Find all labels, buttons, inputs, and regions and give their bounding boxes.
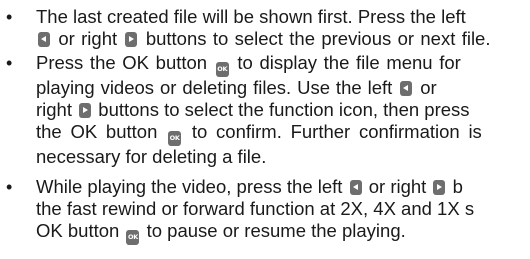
item3-line3-text-a: OK button <box>36 220 120 241</box>
item1-line2-text-a: or right <box>58 28 118 49</box>
right-arrow-button-icon <box>125 32 138 47</box>
item2-line3-text-a: right <box>36 99 72 120</box>
item3-line2-text: the fast rewind or forward function at 2… <box>36 198 475 219</box>
ok-button-icon: OK <box>168 131 182 146</box>
item3-line1-text-a: While playing the video, press the left <box>36 176 343 197</box>
manual-page: • The last created file will be shown fi… <box>0 0 530 259</box>
item2-line4-text-a: the OK button <box>36 121 158 142</box>
bullet-point: • <box>6 53 13 73</box>
item3-line1-text-b: or right <box>368 176 427 197</box>
item2-line4-text-b: to confirm. Further confirmation is <box>191 121 482 142</box>
left-arrow-button-icon <box>38 32 50 47</box>
ok-button-icon: OK <box>126 230 140 245</box>
item2-line3-text-b: buttons to select the function icon, the… <box>98 99 470 120</box>
item3-line3-text-b: to pause or resume the playing. <box>146 220 406 241</box>
list-item: • Press the OK button OK to display the … <box>0 52 530 168</box>
right-arrow-button-icon <box>79 103 92 118</box>
list-item: • While playing the video, press the lef… <box>0 176 530 245</box>
item2-line1-text-a: Press the OK button <box>36 52 208 73</box>
left-arrow-button-icon <box>400 81 413 96</box>
bullet-point: • <box>6 177 13 197</box>
right-arrow-button-icon <box>433 180 446 195</box>
left-arrow-button-icon <box>349 180 362 195</box>
item2-line5-text: necessary for deleting a file. <box>36 146 267 167</box>
instruction-list: • The last created file will be shown fi… <box>0 6 530 245</box>
item1-line1-text: The last created file will be shown firs… <box>36 6 466 27</box>
item2-line2-text-b: or <box>420 77 437 98</box>
list-item: • The last created file will be shown fi… <box>0 6 530 50</box>
item3-line1-text-c: b <box>452 176 463 197</box>
item2-line2-text-a: playing videos or deleting files. Use th… <box>36 77 393 98</box>
ok-button-icon: OK <box>215 62 229 77</box>
item1-line2-text-b: buttons to select the previous or next f… <box>145 28 491 49</box>
item2-line1-text-b: to display the file menu for <box>237 52 461 73</box>
bullet-point: • <box>6 7 13 27</box>
